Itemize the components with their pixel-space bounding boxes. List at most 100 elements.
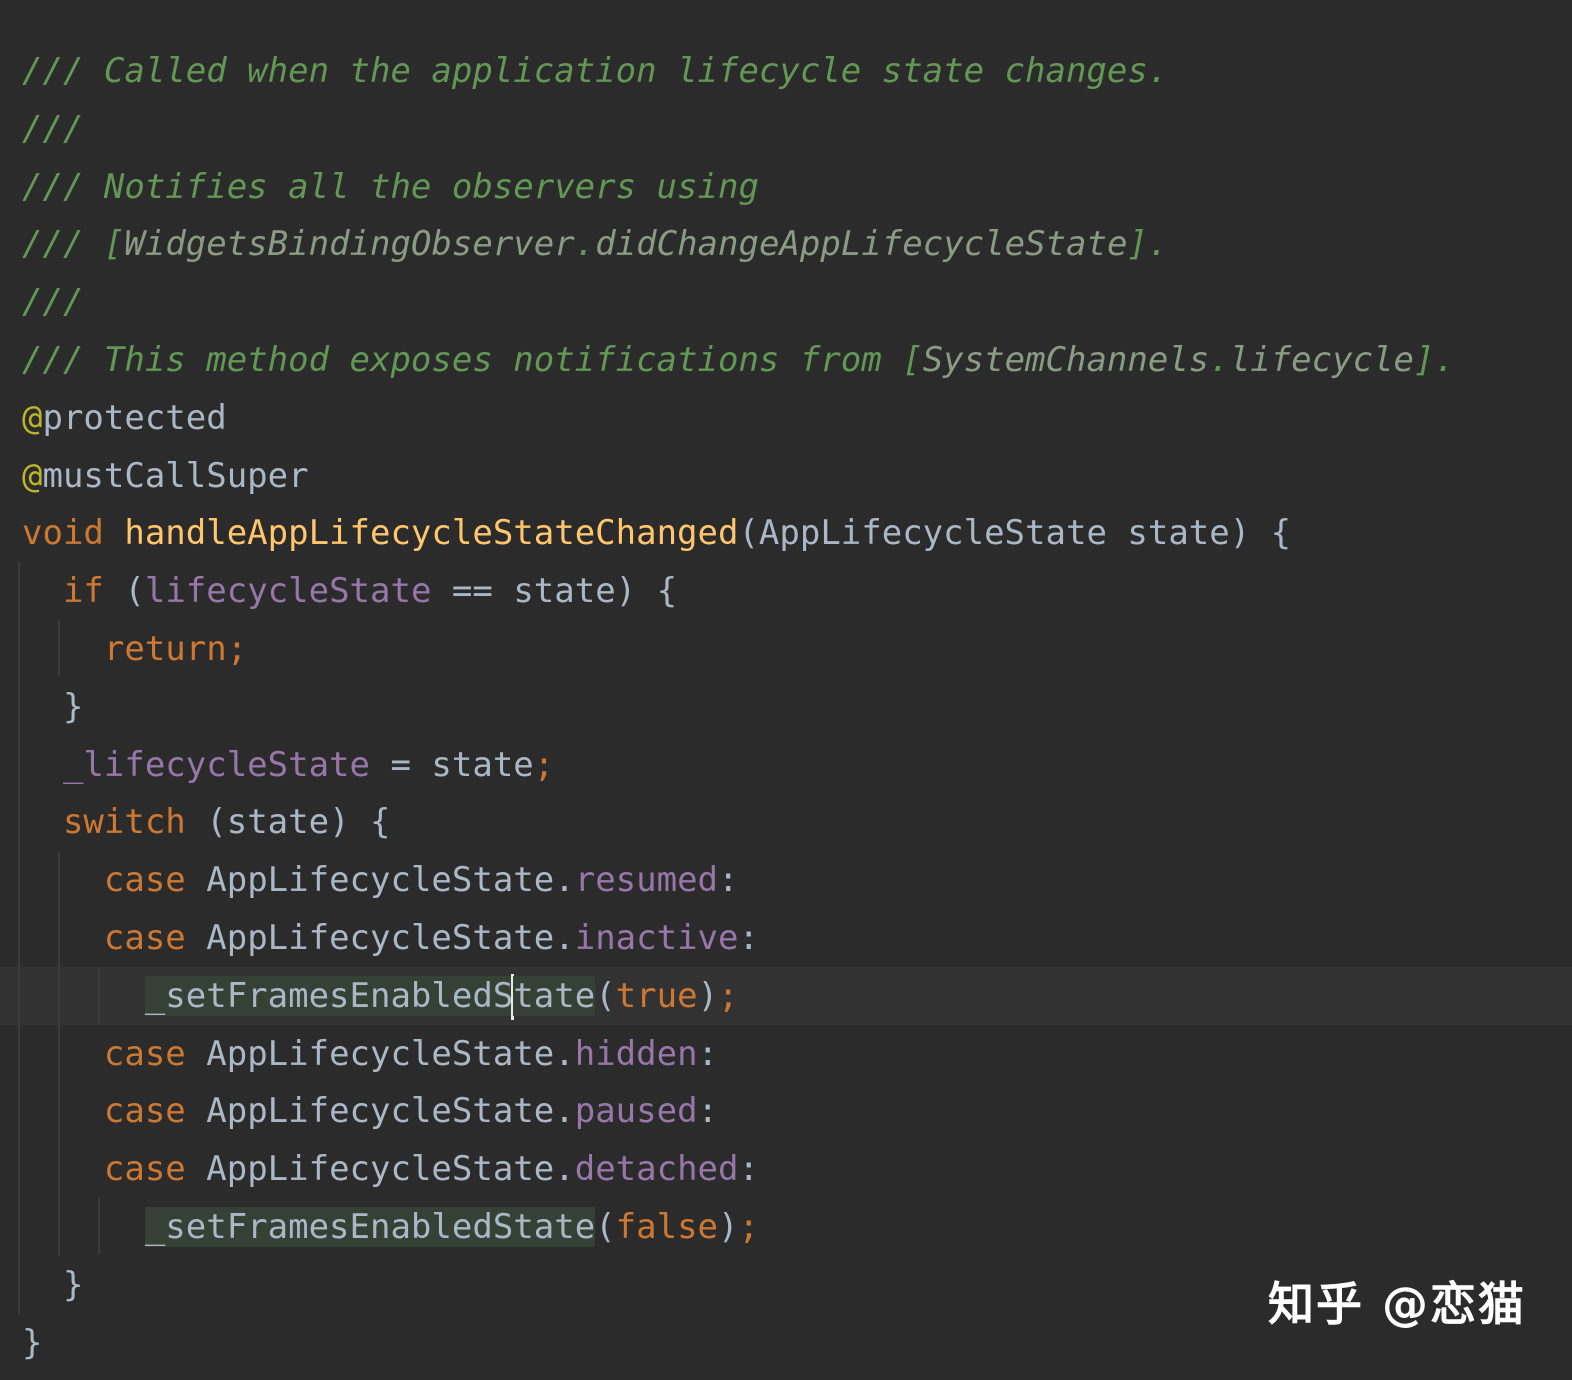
code-token: tate: [513, 975, 596, 1016]
code-line[interactable]: if (lifecycleState == state) {: [0, 562, 1572, 620]
code-token: ;: [226, 629, 248, 669]
code-line[interactable]: case AppLifecycleState.hidden:: [0, 1025, 1572, 1083]
code-token: .: [1209, 340, 1230, 380]
code-line[interactable]: case AppLifecycleState.detached:: [0, 1140, 1572, 1198]
code-token: AppLifecycleState.: [185, 860, 575, 901]
code-token: inactive: [574, 918, 739, 958]
code-token: case: [103, 860, 186, 901]
code-token: AppLifecycleState.: [185, 1149, 575, 1190]
code-token: lifecycleState: [144, 571, 432, 612]
code-line[interactable]: /// [WidgetsBindingObserver.didChangeApp…: [0, 215, 1572, 273]
code-token: }: [22, 1264, 84, 1305]
code-token: _lifecycleState: [62, 744, 370, 785]
indent-guide: [58, 852, 60, 1256]
code-token: (: [103, 571, 145, 612]
code-token: :: [718, 860, 739, 901]
code-token: = state: [370, 744, 534, 785]
code-token: ): [718, 1207, 739, 1247]
code-token: .: [574, 224, 596, 265]
code-line[interactable]: case AppLifecycleState.inactive:: [0, 909, 1572, 967]
code-token: case: [103, 1033, 186, 1074]
code-token: case: [103, 1091, 186, 1132]
code-line[interactable]: }: [0, 678, 1572, 736]
code-token: SystemChannels: [922, 340, 1210, 380]
code-token: :: [738, 918, 759, 958]
code-token: ): [697, 975, 719, 1016]
code-token: == state) {: [431, 571, 678, 612]
code-line[interactable]: @protected: [0, 389, 1572, 447]
watermark: 知乎 @恋猫: [1267, 1277, 1526, 1331]
code-token: ///: [22, 224, 104, 265]
current-code-line[interactable]: _setFramesEnabledState(true);: [0, 966, 1572, 1025]
code-token: WidgetsBindingObserver: [124, 224, 575, 265]
code-token: ///: [22, 282, 84, 323]
code-token: ;: [533, 744, 555, 785]
code-line[interactable]: void handleAppLifecycleStateChanged(AppL…: [0, 504, 1572, 562]
indent-guide: [58, 620, 60, 676]
code-token: _setFramesEnabledState: [144, 1207, 596, 1247]
code-token: handleAppLifecycleStateChanged: [124, 513, 739, 554]
code-token: AppLifecycleState.: [185, 1033, 575, 1074]
indent-guide: [98, 1198, 100, 1254]
code-token: }: [22, 686, 84, 727]
code-token: [: [103, 224, 125, 265]
code-editor[interactable]: /// Called when the application lifecycl…: [0, 0, 1572, 1380]
code-token: resumed: [574, 860, 719, 901]
code-token: AppLifecycleState.: [185, 918, 575, 958]
code-token: /// This method exposes notifications fr…: [22, 340, 903, 380]
code-token: paused: [574, 1091, 698, 1132]
code-token: ].: [1413, 340, 1455, 380]
code-token: lifecycle: [1229, 340, 1414, 380]
code-line[interactable]: @mustCallSuper: [0, 447, 1572, 505]
code-line[interactable]: ///: [0, 100, 1572, 158]
code-token: ;: [718, 975, 739, 1016]
code-line[interactable]: case AppLifecycleState.paused:: [0, 1082, 1572, 1140]
code-token: :: [738, 1149, 759, 1190]
code-token: ;: [738, 1207, 759, 1247]
code-token: (state) {: [185, 802, 391, 843]
code-token: (AppLifecycleState state) {: [738, 513, 1292, 554]
code-token: hidden: [574, 1033, 698, 1074]
code-token: @: [22, 455, 43, 496]
code-token: ///: [22, 108, 84, 149]
code-token: case: [103, 1149, 186, 1190]
code-token: }: [22, 1322, 43, 1363]
code-token: :: [697, 1091, 719, 1132]
code-token: [: [902, 340, 923, 380]
indent-guide: [18, 562, 20, 1314]
code-line[interactable]: /// This method exposes notifications fr…: [0, 331, 1572, 389]
code-line[interactable]: return;: [0, 620, 1572, 678]
code-token: ].: [1127, 224, 1169, 265]
code-token: false: [615, 1207, 719, 1247]
code-line[interactable]: /// Called when the application lifecycl…: [0, 42, 1572, 100]
code-token: /// Notifies all the observers using: [22, 166, 759, 207]
code-token: mustCallSuper: [42, 455, 309, 496]
code-line[interactable]: /// Notifies all the observers using: [0, 158, 1572, 216]
code-token: switch: [62, 802, 186, 843]
code-token: AppLifecycleState.: [185, 1091, 575, 1132]
code-token: protected: [42, 397, 227, 438]
code-token: (: [595, 975, 616, 1016]
code-token: detached: [574, 1149, 739, 1190]
code-token: :: [697, 1033, 719, 1074]
code-token: @: [22, 397, 43, 438]
indent-guide: [98, 968, 100, 1024]
code-token: didChangeAppLifecycleState: [595, 224, 1128, 265]
code-token: if: [62, 571, 104, 612]
code-line[interactable]: case AppLifecycleState.resumed:: [0, 851, 1572, 909]
code-token: _setFramesEnabledS: [144, 975, 514, 1016]
code-line[interactable]: _setFramesEnabledState(false);: [0, 1198, 1572, 1256]
code-line[interactable]: ///: [0, 273, 1572, 331]
code-line[interactable]: switch (state) {: [0, 793, 1572, 851]
code-line[interactable]: _lifecycleState = state;: [0, 736, 1572, 794]
code-token: void: [22, 513, 125, 554]
